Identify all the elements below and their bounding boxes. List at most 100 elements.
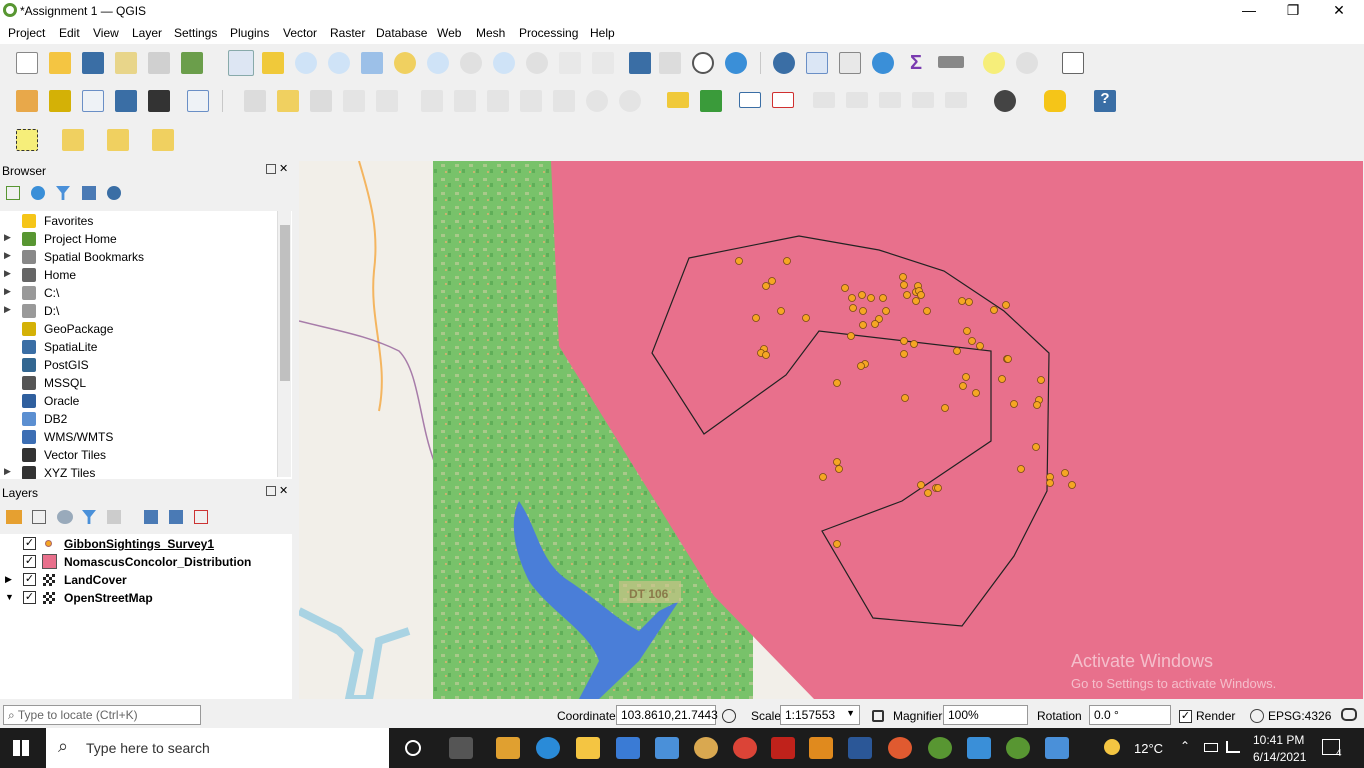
sighting-point[interactable]	[963, 327, 971, 335]
minimize-button[interactable]: —	[1234, 2, 1264, 20]
sighting-point[interactable]	[924, 489, 932, 497]
collapse-all-icon[interactable]	[82, 186, 96, 200]
sighting-point[interactable]	[910, 340, 918, 348]
toggle-editing-icon[interactable]	[277, 90, 299, 112]
zoom-last-icon[interactable]	[493, 52, 515, 74]
cortana-icon[interactable]	[405, 740, 421, 756]
crs-label[interactable]: EPSG:4326	[1268, 709, 1331, 723]
deselect-all-icon[interactable]	[107, 129, 129, 151]
attribute-table-icon[interactable]	[806, 52, 828, 74]
sighting-point[interactable]	[1037, 376, 1045, 384]
new-3d-view-icon[interactable]	[592, 52, 614, 74]
menu-help[interactable]: Help	[590, 26, 615, 40]
browser-item[interactable]: ▶ Home	[0, 266, 280, 284]
menu-layer[interactable]: Layer	[132, 26, 162, 40]
layer-visibility-checkbox[interactable]: ✓	[23, 591, 36, 604]
rotate-label-icon[interactable]	[879, 92, 901, 108]
pin-labels-icon[interactable]	[739, 92, 761, 108]
add-feature-icon[interactable]	[343, 90, 365, 112]
sighting-point[interactable]	[1046, 479, 1054, 487]
paint-icon[interactable]	[694, 737, 718, 759]
identify-icon[interactable]	[773, 52, 795, 74]
sighting-point[interactable]	[768, 277, 776, 285]
sighting-point[interactable]	[1002, 301, 1010, 309]
close-button[interactable]: ✕	[1324, 2, 1354, 20]
sighting-point[interactable]	[965, 298, 973, 306]
menu-web[interactable]: Web	[437, 26, 461, 40]
sighting-point[interactable]	[882, 307, 890, 315]
pan-map-icon[interactable]	[228, 50, 254, 76]
change-label-icon[interactable]	[912, 92, 934, 108]
magnifier-spinbox[interactable]: 100%	[943, 705, 1028, 725]
media-player-icon[interactable]	[809, 737, 833, 759]
refresh-icon[interactable]	[725, 52, 747, 74]
browser-item[interactable]: ▶ Spatial Bookmarks	[0, 248, 280, 266]
expand-arrow-icon[interactable]: ▶	[4, 286, 11, 297]
sighting-point[interactable]	[762, 282, 770, 290]
zoom-layer-icon[interactable]	[427, 52, 449, 74]
sighting-point[interactable]	[990, 306, 998, 314]
sighting-point[interactable]	[777, 307, 785, 315]
sighting-point[interactable]	[802, 314, 810, 322]
expand-arrow-icon[interactable]: ▶	[4, 304, 11, 315]
expand-arrow-icon[interactable]: ▶	[4, 466, 11, 477]
sighting-point[interactable]	[976, 342, 984, 350]
sighting-point[interactable]	[858, 291, 866, 299]
move-label-icon[interactable]	[813, 92, 835, 108]
sighting-point[interactable]	[958, 297, 966, 305]
zoom-native-icon[interactable]	[460, 52, 482, 74]
clock-time[interactable]: 10:41 PM	[1253, 733, 1304, 747]
copy-features-icon[interactable]	[520, 90, 542, 112]
sighting-point[interactable]	[752, 314, 760, 322]
browser-item[interactable]: SpatiaLite	[0, 338, 280, 356]
menu-mesh[interactable]: Mesh	[476, 26, 505, 40]
sighting-point[interactable]	[998, 375, 1006, 383]
browser-item[interactable]: GeoPackage	[0, 320, 280, 338]
expand-arrow-icon[interactable]: ▶	[4, 250, 11, 261]
browser-item[interactable]: Vector Tiles	[0, 446, 280, 464]
expand-arrow-icon[interactable]: ▶	[5, 574, 12, 585]
sighting-point[interactable]	[849, 304, 857, 312]
file-explorer-icon[interactable]	[576, 737, 600, 759]
battery-icon[interactable]	[1204, 743, 1218, 752]
style-manager-icon[interactable]	[181, 52, 203, 74]
filter-expression-icon[interactable]	[107, 510, 121, 524]
expand-arrow-icon[interactable]: ▶	[4, 232, 11, 243]
menu-raster[interactable]: Raster	[330, 26, 365, 40]
sighting-point[interactable]	[879, 294, 887, 302]
expand-arrow-icon[interactable]: ▶	[4, 268, 11, 279]
sighting-point[interactable]	[871, 320, 879, 328]
sighting-point[interactable]	[901, 394, 909, 402]
expand-all-icon[interactable]	[144, 510, 158, 524]
sighting-point[interactable]	[819, 473, 827, 481]
browser-item[interactable]: ▶ XYZ Tiles	[0, 464, 280, 479]
undo-icon[interactable]	[586, 90, 608, 112]
sighting-point[interactable]	[968, 337, 976, 345]
clock-date[interactable]: 6/14/2021	[1253, 750, 1306, 764]
sighting-point[interactable]	[847, 332, 855, 340]
coordinate-field[interactable]: 103.8610,21.7443	[616, 705, 718, 725]
layer-visibility-checkbox[interactable]: ✓	[23, 555, 36, 568]
mail-icon[interactable]	[616, 737, 640, 759]
manage-visibility-icon[interactable]	[57, 510, 73, 524]
store-icon[interactable]	[496, 737, 520, 759]
sighting-point[interactable]	[762, 351, 770, 359]
settings-gear-icon[interactable]	[1016, 52, 1038, 74]
new-print-layout-icon[interactable]	[115, 52, 137, 74]
close-panel-icon[interactable]: ✕	[279, 484, 288, 497]
new-project-icon[interactable]	[16, 52, 38, 74]
weather-moon-icon[interactable]	[1104, 739, 1120, 755]
sighting-point[interactable]	[833, 540, 841, 548]
qgis-taskbar-icon[interactable]	[928, 737, 952, 759]
new-spatialite-layer-icon[interactable]	[115, 90, 137, 112]
zoom-next-icon[interactable]	[526, 52, 548, 74]
menu-plugins[interactable]: Plugins	[230, 26, 269, 40]
sighting-point[interactable]	[857, 362, 865, 370]
sighting-point[interactable]	[783, 257, 791, 265]
info-icon[interactable]	[107, 186, 121, 200]
sighting-point[interactable]	[972, 389, 980, 397]
sighting-point[interactable]	[953, 347, 961, 355]
new-geopackage-layer-icon[interactable]	[49, 90, 71, 112]
crs-globe-icon[interactable]	[1250, 709, 1264, 723]
browser-item[interactable]: Oracle	[0, 392, 280, 410]
